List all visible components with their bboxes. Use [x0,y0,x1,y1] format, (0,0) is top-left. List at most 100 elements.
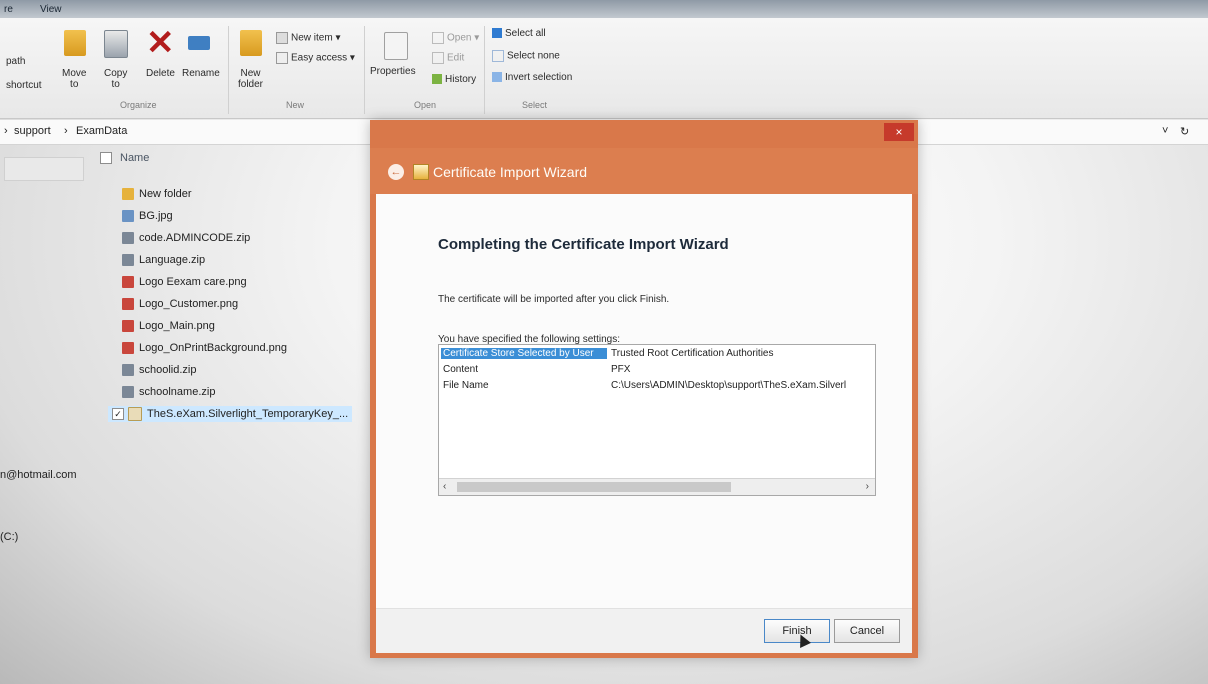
history-label: History [445,74,477,85]
setting-key: Certificate Store Selected by User [441,348,607,359]
file-name: Logo_Main.png [139,320,215,332]
open-button[interactable]: Open ▾ [432,32,479,44]
file-name: schoolname.zip [139,386,216,398]
setting-key: Content [443,364,479,375]
file-name: Logo_Customer.png [139,298,239,310]
history-icon [432,74,442,85]
settings-row[interactable]: Content PFX [441,364,630,375]
edit-icon [432,52,444,64]
file-name: code.ADMINCODE.zip [139,232,251,244]
breadcrumb-arrow-icon: › [4,125,8,137]
group-select: Select [522,100,548,110]
scroll-left-icon[interactable]: ‹ [443,481,446,492]
menu-bar: re View [0,0,1208,20]
list-item-selected[interactable]: ✓ TheS.eXam.Silverlight_TemporaryKey_... [108,406,353,422]
new-folder-label: New folder [238,68,264,90]
menu-item-fragment[interactable]: re [4,4,13,15]
nav-search-box[interactable] [4,157,84,181]
easy-access-icon [276,52,288,64]
image-file-icon [122,210,134,223]
list-item[interactable]: Logo_Customer.png [122,298,239,311]
list-item[interactable]: Logo_OnPrintBackground.png [122,342,287,355]
navigation-pane: n@hotmail.com (C:) [0,145,95,665]
nav-drive-c[interactable]: (C:) [0,531,18,543]
list-item[interactable]: code.ADMINCODE.zip [122,232,251,245]
dialog-title: Certificate Import Wizard [433,164,588,180]
ribbon-shortcut-label[interactable]: shortcut [6,80,42,91]
delete-label: Delete [146,68,175,79]
list-item[interactable]: BG.jpg [122,210,173,223]
png-file-icon [122,320,134,333]
list-item[interactable]: schoolname.zip [122,386,216,399]
zip-file-icon [122,386,134,399]
copy-to-label: Copy to [104,68,128,90]
select-all-button[interactable]: Select all [492,28,546,39]
file-name: Logo Eexam care.png [139,276,247,288]
scroll-right-icon[interactable]: › [866,481,869,492]
dropdown-chevron-icon[interactable]: ˅ [1162,125,1168,137]
zip-file-icon [122,364,134,377]
zip-file-icon [122,254,134,267]
nav-account-email[interactable]: n@hotmail.com [0,469,77,481]
ribbon-path-label[interactable]: path [6,56,25,67]
invert-selection-button[interactable]: Invert selection [492,72,572,83]
file-name: BG.jpg [139,210,173,222]
history-button[interactable]: History [432,74,476,85]
edit-label: Edit [447,52,465,64]
properties-label: Properties [370,66,416,77]
refresh-icon[interactable]: ↻ [1180,125,1189,138]
name-header-label: Name [120,152,150,164]
group-new: New [286,100,305,110]
new-item-label: New item [291,32,333,44]
move-folder-icon [64,30,86,56]
easy-access-button[interactable]: Easy access ▾ [276,52,355,64]
dialog-body: Completing the Certificate Import Wizard… [376,194,912,608]
scrollbar-thumb[interactable] [457,482,731,492]
list-item[interactable]: Logo Eexam care.png [122,276,247,289]
folder-icon [122,188,134,201]
new-item-button[interactable]: New item ▾ [276,32,341,44]
open-label: Open [447,32,472,44]
setting-key: File Name [443,380,489,391]
back-arrow-icon[interactable]: ← [388,164,404,180]
png-file-icon [122,276,134,289]
select-none-label: Select none [507,50,560,62]
horizontal-scrollbar[interactable]: ‹ › [439,478,875,495]
breadcrumb-arrow-icon: › [64,125,68,137]
edit-button[interactable]: Edit [432,52,464,64]
file-name: Language.zip [139,254,206,266]
list-item[interactable]: Logo_Main.png [122,320,215,333]
settings-row[interactable]: File Name C:\Users\ADMIN\Desktop\support\… [441,380,846,391]
rename-label: Rename [182,68,220,79]
select-none-button[interactable]: Select none [492,50,560,62]
ribbon-separator [484,26,485,114]
breadcrumb-support[interactable]: support [14,125,51,137]
cancel-button[interactable]: Cancel [834,619,900,643]
select-all-checkbox[interactable] [100,152,112,165]
ribbon-separator [364,26,365,114]
list-item[interactable]: schoolid.zip [122,364,197,377]
copy-icon [104,30,128,58]
png-file-icon [122,298,134,311]
settings-row[interactable]: Certificate Store Selected by User Truste… [441,348,773,359]
file-name: schoolid.zip [139,364,197,376]
file-name: TheS.eXam.Silverlight_TemporaryKey_... [147,407,349,420]
zip-file-icon [122,232,134,245]
menu-item-view[interactable]: View [40,4,62,15]
item-checkbox-checked[interactable]: ✓ [112,408,124,420]
name-column-header[interactable]: Name [100,152,150,165]
list-item[interactable]: Language.zip [122,254,206,267]
settings-list[interactable]: Certificate Store Selected by User Truste… [438,344,876,496]
list-item[interactable]: New folder [122,188,192,201]
move-to-label: Move to [62,68,87,90]
file-name: New folder [139,188,192,200]
breadcrumb-examdata[interactable]: ExamData [76,125,127,137]
file-name: Logo_OnPrintBackground.png [139,342,287,354]
close-button[interactable]: × [884,123,914,141]
certificate-file-icon [128,407,142,421]
new-folder-icon [240,30,262,56]
group-organize: Organize [120,100,157,110]
select-all-icon [492,28,502,39]
easy-access-label: Easy access [291,52,348,64]
png-file-icon [122,342,134,355]
